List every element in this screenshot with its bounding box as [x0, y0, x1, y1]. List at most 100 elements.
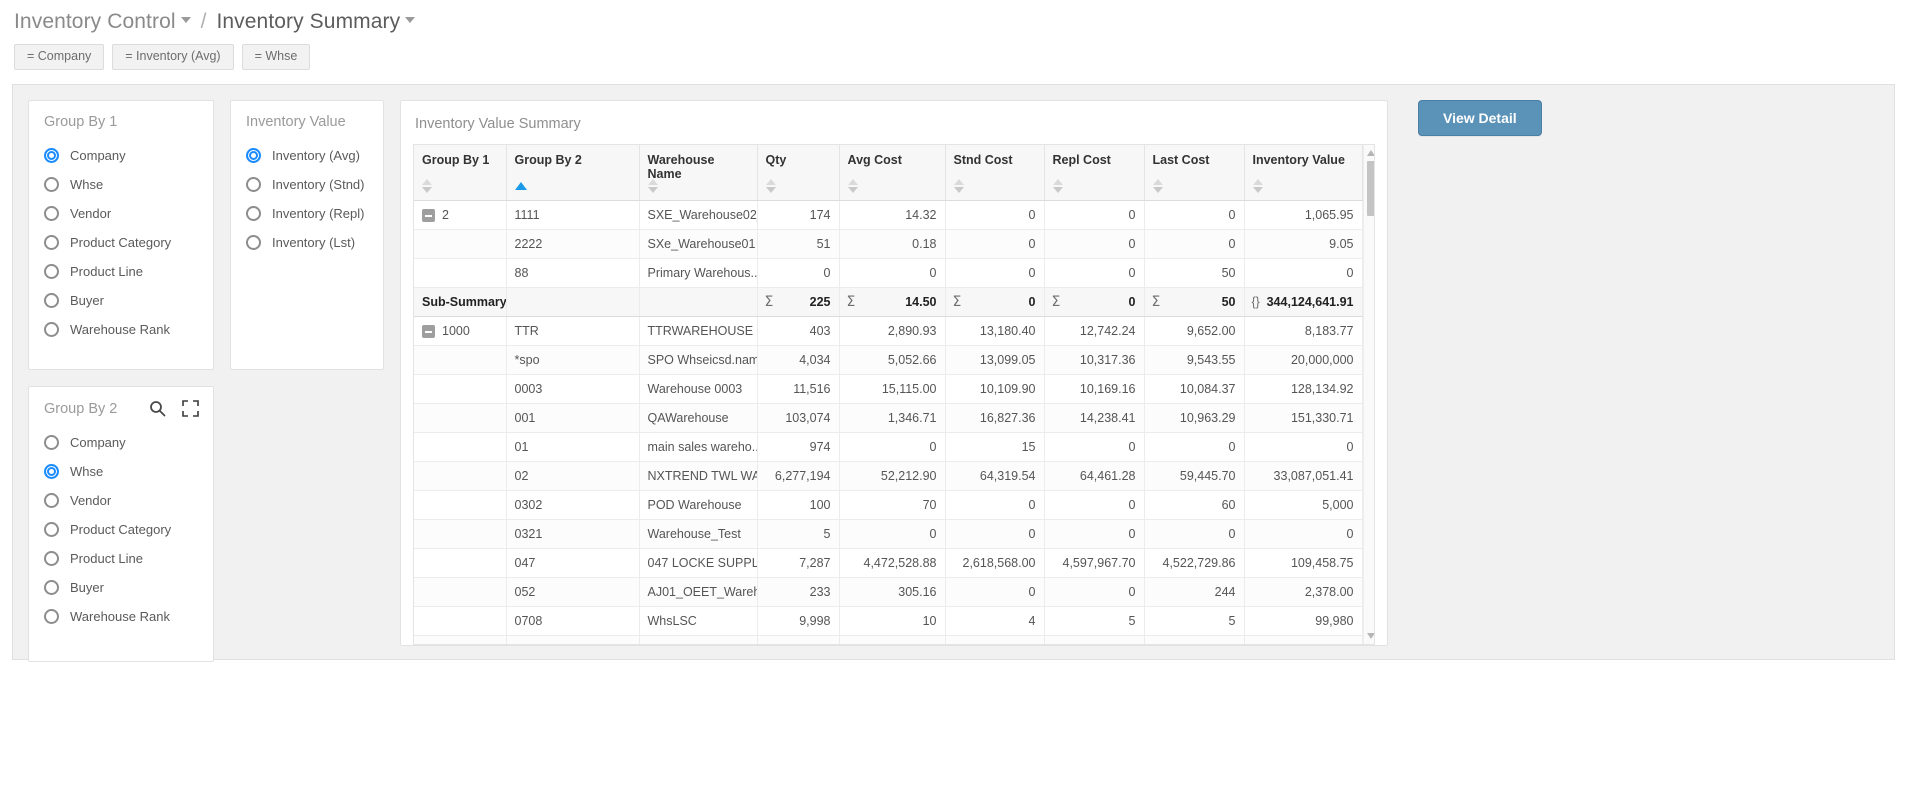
- collapse-icon[interactable]: [422, 324, 435, 338]
- gb2-option-product-line[interactable]: Product Line: [29, 544, 213, 573]
- view-detail-button[interactable]: View Detail: [1418, 100, 1542, 136]
- inv-option-lst[interactable]: Inventory (Lst): [231, 228, 383, 257]
- table-row[interactable]: 0708 WhsLSC 9,998 10 4 5 5 99,980: [414, 606, 1363, 636]
- radio-icon[interactable]: [44, 493, 59, 508]
- radio-icon[interactable]: [44, 551, 59, 566]
- cell-inventory-value: 151,330.71: [1244, 403, 1363, 433]
- cell-last-cost: 9,543.55: [1144, 345, 1245, 375]
- inv-option-avg[interactable]: Inventory (Avg): [231, 141, 383, 170]
- radio-icon[interactable]: [44, 264, 59, 279]
- cell-inventory-value: 5,000: [1244, 490, 1363, 520]
- col-header-inventory-value[interactable]: Inventory Value: [1244, 145, 1363, 201]
- col-header-group-by-1[interactable]: Group By 1: [414, 145, 507, 201]
- table-row[interactable]: 0003 Warehouse 0003 11,516 15,115.00 10,109.…: [414, 374, 1363, 404]
- sort-icon[interactable]: [1152, 178, 1163, 193]
- gb2-option-vendor[interactable]: Vendor: [29, 486, 213, 515]
- radio-icon[interactable]: [44, 322, 59, 337]
- chevron-down-icon-page[interactable]: [405, 17, 416, 24]
- table-row[interactable]: 2222 SXe_Warehouse01 51 0.18 0 0 0 9.05: [414, 229, 1363, 259]
- col-header-stnd-cost[interactable]: Stnd Cost: [945, 145, 1045, 201]
- table-row[interactable]: 01 main sales wareho... 974 0 15 0 0 0: [414, 432, 1363, 462]
- radio-icon[interactable]: [44, 148, 59, 163]
- inv-option-repl[interactable]: Inventory (Repl): [231, 199, 383, 228]
- radio-icon[interactable]: [44, 235, 59, 250]
- table-row[interactable]: 052AJ01_OEET_Wareh...233305.16002442,378…: [414, 577, 1363, 607]
- table-row[interactable]: *spoSPO Whseicsd.nam...4,0345,052.6613,0…: [414, 345, 1363, 375]
- gb1-option-product-line[interactable]: Product Line: [29, 257, 213, 286]
- gb1-option-warehouse-rank[interactable]: Warehouse Rank: [29, 315, 213, 344]
- col-header-warehouse-name[interactable]: Warehouse Name: [639, 145, 758, 201]
- radio-icon[interactable]: [44, 177, 59, 192]
- radio-icon[interactable]: [44, 293, 59, 308]
- cell-avg-cost: 2,890.93: [839, 316, 946, 346]
- col-header-repl-cost[interactable]: Repl Cost: [1044, 145, 1145, 201]
- expand-icon[interactable]: [182, 400, 199, 417]
- cell-last-cost: 10,084.37: [1144, 374, 1245, 404]
- gb1-option-product-category[interactable]: Product Category: [29, 228, 213, 257]
- vertical-scrollbar[interactable]: [1362, 145, 1374, 644]
- col-header-last-cost[interactable]: Last Cost: [1144, 145, 1245, 201]
- gb2-option-company[interactable]: Company: [29, 428, 213, 457]
- table-row[interactable]: 1Whse 111,043.103,932.8015,669.3312,846.…: [414, 635, 1363, 644]
- radio-icon[interactable]: [246, 206, 261, 221]
- sort-icon[interactable]: [953, 178, 964, 193]
- cell-qty: 103,074: [757, 403, 840, 433]
- sort-icon[interactable]: [1052, 178, 1063, 193]
- grid-body: 21111SXE_Warehouse02_...17414.320001,065…: [414, 200, 1363, 644]
- table-row[interactable]: 0321 Warehouse_Test 5 0 0 0 0 0: [414, 519, 1363, 549]
- gb2-option-warehouse-rank[interactable]: Warehouse Rank: [29, 602, 213, 631]
- table-row[interactable]: 001 QAWarehouse 103,074 1,346.71 16,827.36 14…: [414, 403, 1363, 433]
- cell-last-cost: 9,652.00: [1144, 316, 1245, 346]
- radio-icon[interactable]: [246, 235, 261, 250]
- cell-repl-cost: Σ0: [1044, 286, 1145, 317]
- scroll-up-arrow-icon[interactable]: [1366, 150, 1374, 156]
- radio-icon[interactable]: [246, 177, 261, 192]
- sort-icon[interactable]: [765, 178, 776, 193]
- cell-group-by-2: *spo: [506, 345, 640, 375]
- sort-icon[interactable]: [1252, 178, 1263, 193]
- col-header-qty[interactable]: Qty: [757, 145, 840, 201]
- table-row[interactable]: 88 Primary Warehous... 0 0 0 0 50 0: [414, 258, 1363, 288]
- grid-subsummary-row[interactable]: Sub-Summary Σ 225 Σ 14.50 Σ 0 Σ 0 Σ 50{} 344,124,64…: [414, 286, 1363, 317]
- table-row[interactable]: 047047 LOCKE SUPPLY...7,2874,472,528.882…: [414, 548, 1363, 578]
- gb2-option-product-category[interactable]: Product Category: [29, 515, 213, 544]
- col-header-group-by-2[interactable]: Group By 2: [506, 145, 640, 201]
- radio-icon[interactable]: [246, 148, 261, 163]
- breadcrumb-page[interactable]: Inventory Summary: [216, 10, 416, 34]
- table-row[interactable]: 1000 TTR TTRWAREHOUSE 403 2,890.93 13,180.40 1…: [414, 316, 1363, 346]
- cell-avg-cost: Σ 14.50: [839, 286, 946, 317]
- table-row[interactable]: 21111SXE_Warehouse02_...17414.320001,065…: [414, 200, 1363, 230]
- collapse-icon[interactable]: [422, 208, 435, 222]
- gb1-option-company[interactable]: Company: [29, 141, 213, 170]
- col-header-avg-cost[interactable]: Avg Cost: [839, 145, 946, 201]
- filter-chip-inventory-avg[interactable]: = Inventory (Avg): [112, 44, 234, 70]
- gb2-option-whse[interactable]: Whse: [29, 457, 213, 486]
- radio-icon[interactable]: [44, 206, 59, 221]
- radio-icon[interactable]: [44, 464, 59, 479]
- gb2-option-buyer[interactable]: Buyer: [29, 573, 213, 602]
- scrollbar-thumb[interactable]: [1366, 161, 1374, 216]
- inv-option-stnd[interactable]: Inventory (Stnd): [231, 170, 383, 199]
- sort-ascending-icon[interactable]: [514, 179, 527, 193]
- filter-chip-company[interactable]: = Company: [14, 44, 105, 70]
- cell-repl-cost: 0: [1044, 519, 1145, 549]
- radio-icon[interactable]: [44, 435, 59, 450]
- chevron-down-icon[interactable]: [180, 17, 191, 24]
- filter-chip-bar: = Company = Inventory (Avg) = Whse: [0, 40, 1907, 70]
- gb1-option-buyer[interactable]: Buyer: [29, 286, 213, 315]
- sort-icon[interactable]: [647, 178, 658, 193]
- radio-icon[interactable]: [44, 609, 59, 624]
- gb1-option-vendor[interactable]: Vendor: [29, 199, 213, 228]
- radio-icon[interactable]: [44, 522, 59, 537]
- sort-icon[interactable]: [847, 178, 858, 193]
- filter-chip-whse[interactable]: = Whse: [241, 44, 311, 70]
- gb1-option-whse[interactable]: Whse: [29, 170, 213, 199]
- cell-qty: 174: [757, 200, 840, 230]
- breadcrumb-module[interactable]: Inventory Control: [14, 10, 191, 34]
- radio-icon[interactable]: [44, 580, 59, 595]
- table-row[interactable]: 0302 POD Warehouse 100 70 0 0 60 5,000: [414, 490, 1363, 520]
- scroll-down-arrow-icon[interactable]: [1366, 633, 1374, 639]
- table-row[interactable]: 02NXTREND TWL WA...6,277,19452,212.9064,…: [414, 461, 1363, 491]
- sort-icon[interactable]: [422, 178, 432, 193]
- search-icon[interactable]: [149, 400, 166, 417]
